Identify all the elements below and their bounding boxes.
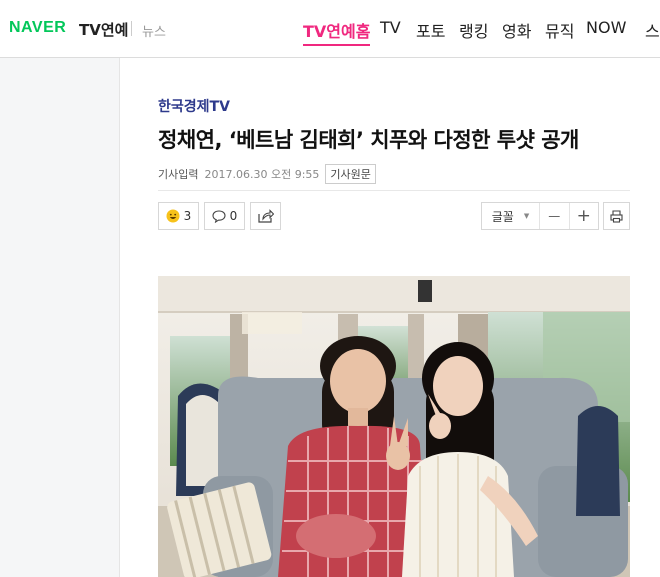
article-title: 정채연, ‘베트남 김태희’ 치푸와 다정한 투샷 공개 [158, 128, 579, 152]
header-divider [131, 21, 132, 36]
nav-tv-home[interactable]: TV연예홈 [303, 18, 371, 46]
top-header: NAVER TV연예 뉴스 TV연예홈 TV 포토 랭킹 영화 뮤직 NOW 스 [0, 0, 660, 58]
article-meta: 기사입력 2017.06.30 오전 9:55 기사원문 [158, 164, 376, 184]
print-icon [610, 209, 623, 223]
comment-icon [212, 209, 226, 223]
nav-sports[interactable]: 스 [645, 18, 660, 42]
date-label: 기사입력 [158, 168, 199, 181]
font-increase-button[interactable]: + [568, 203, 599, 229]
nav-photo[interactable]: 포토 [416, 18, 445, 42]
comment-button[interactable]: 0 [204, 202, 245, 230]
reaction-button[interactable]: 3 [158, 202, 199, 230]
comment-count: 0 [229, 209, 238, 223]
nav-movie[interactable]: 영화 [502, 18, 531, 42]
print-button[interactable] [603, 202, 630, 230]
original-article-button[interactable]: 기사원문 [325, 164, 376, 184]
meta-divider [158, 190, 630, 191]
two-women-photo [158, 276, 630, 577]
article-date: 2017.06.30 오전 9:55 [204, 168, 320, 181]
caret-down-icon: ▼ [523, 212, 530, 220]
article-card: 한국경제TV 정채연, ‘베트남 김태희’ 치푸와 다정한 투샷 공개 기사입력… [119, 58, 660, 577]
news-section-link[interactable]: 뉴스 [142, 21, 166, 40]
share-icon [257, 209, 274, 223]
nav-ranking[interactable]: 랭킹 [459, 18, 488, 42]
share-button[interactable] [250, 202, 281, 230]
font-dropdown[interactable]: 글꼴 ▼ [482, 203, 539, 229]
article-photo [158, 276, 630, 577]
nav-now[interactable]: NOW [586, 18, 626, 37]
font-label: 글꼴 [491, 209, 514, 224]
press-name[interactable]: 한국경제TV [158, 96, 230, 116]
naver-logo[interactable]: NAVER [9, 19, 66, 37]
tv-entertainment-brand[interactable]: TV연예 [79, 19, 128, 40]
reaction-count: 3 [183, 209, 192, 223]
nav-tv[interactable]: TV [380, 18, 401, 37]
nav-music[interactable]: 뮤직 [545, 18, 574, 42]
font-size-controls: 글꼴 ▼ — + [481, 202, 599, 230]
smile-emoji-icon [166, 209, 180, 223]
font-decrease-button[interactable]: — [539, 203, 569, 229]
